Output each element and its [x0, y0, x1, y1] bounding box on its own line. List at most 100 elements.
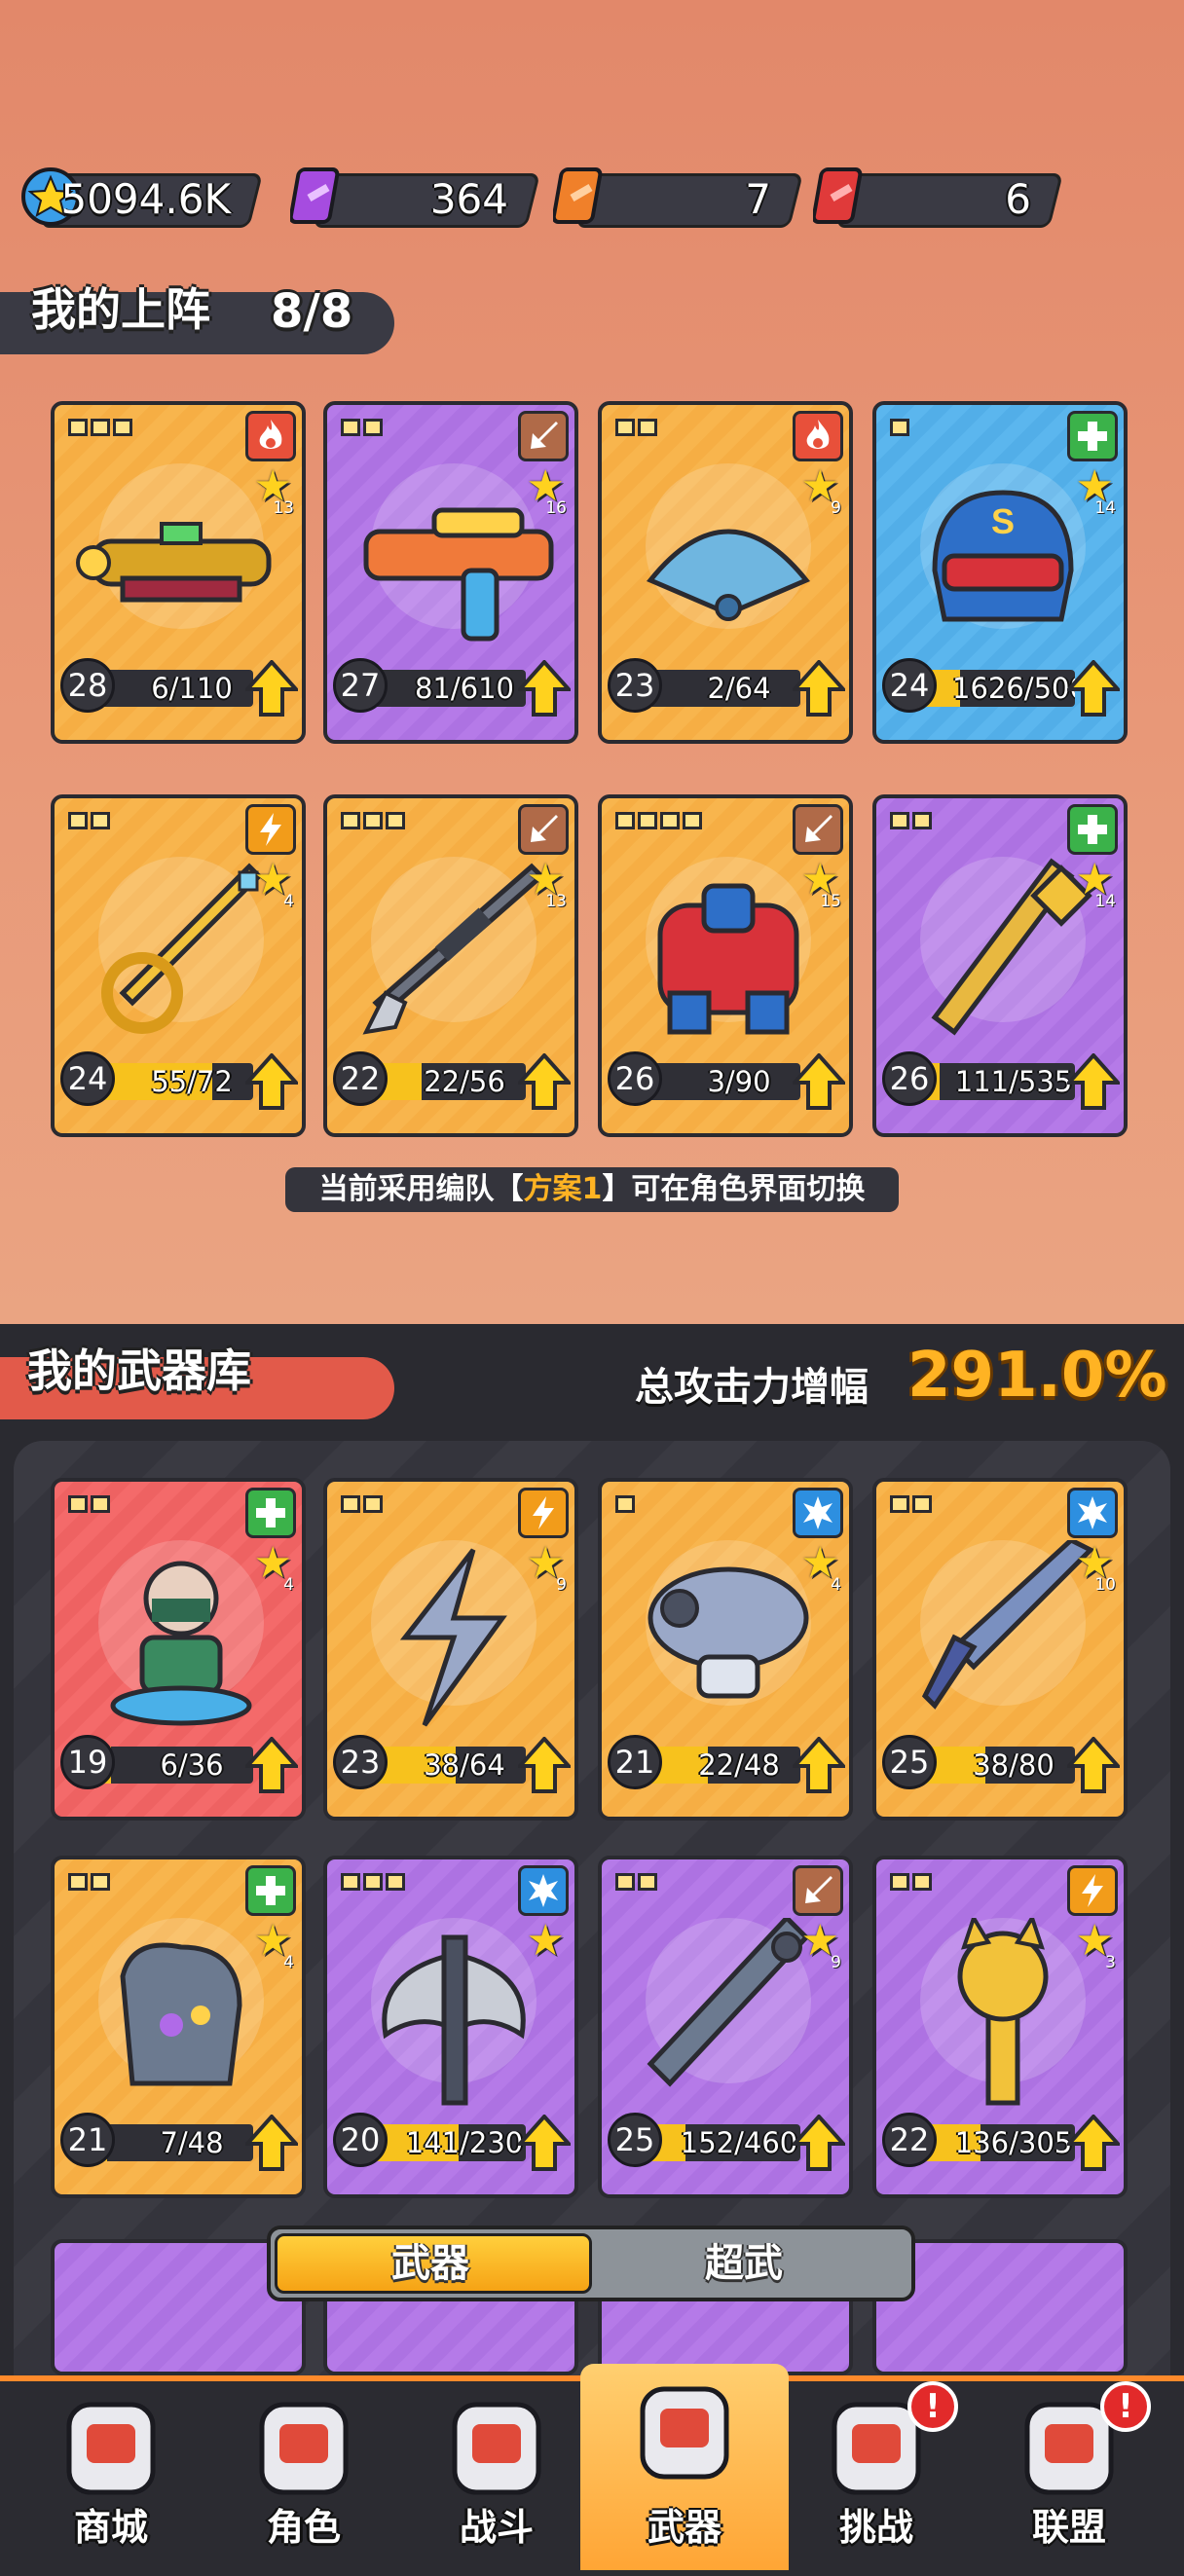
slot-pip	[363, 419, 383, 436]
upgrade-arrow-icon[interactable]	[1064, 658, 1123, 717]
nav-backpack[interactable]: 武器	[580, 2364, 789, 2570]
upgrade-arrow-icon[interactable]	[242, 1051, 301, 1110]
star-count: 9	[831, 1953, 841, 1972]
slot-pip	[638, 1873, 657, 1891]
upgrade-arrow-icon[interactable]	[790, 658, 848, 717]
slot-indicator	[68, 1495, 110, 1513]
weapon-card[interactable]: ★ 13 6/110 28	[51, 401, 306, 744]
currency-value: 7	[745, 175, 771, 223]
star-count: 4	[831, 1575, 841, 1595]
weapon-card[interactable]: ★ 4 55/72 24	[51, 794, 306, 1137]
star-icon: ★	[526, 1916, 565, 1966]
upgrade-arrow-icon[interactable]	[790, 1051, 848, 1110]
weapon-card[interactable]: ★ 14 111/535 26	[872, 794, 1128, 1137]
hint-suffix: 】可在角色界面切换	[602, 1172, 866, 1206]
weapon-card[interactable]: ★ 4 7/48 21	[51, 1856, 306, 2198]
lineup-title: 我的上阵	[31, 283, 210, 336]
upgrade-arrow-icon[interactable]	[1064, 1051, 1123, 1110]
slot-pip	[91, 1873, 110, 1891]
pierce-type-icon	[793, 804, 843, 855]
toggle-weapons-label[interactable]: 武器	[391, 2229, 469, 2298]
upgrade-arrow-icon[interactable]	[1064, 2113, 1123, 2171]
upgrade-arrow-icon[interactable]	[242, 2113, 301, 2171]
nav-character-hood[interactable]: 角色	[216, 2387, 391, 2570]
level-badge: 28	[60, 658, 115, 713]
battle-monster-icon	[443, 2395, 550, 2502]
progress-text: 6/110	[151, 672, 233, 705]
upgrade-arrow-icon[interactable]	[515, 1735, 574, 1793]
weapon-card[interactable]: ★ 16 81/610 27	[323, 401, 578, 744]
slot-pip	[91, 419, 110, 436]
star-count: 9	[556, 1575, 567, 1595]
nav-vending-machine[interactable]: 商城	[23, 2387, 199, 2570]
lineup-count: 8/8	[271, 284, 353, 339]
nav-dumbbell[interactable]: 挑战!	[789, 2381, 964, 2570]
star-count: 16	[545, 498, 567, 518]
star-count: 4	[283, 1575, 294, 1595]
weapon-card[interactable]: ★ 3 136/305 22	[872, 1856, 1128, 2198]
hint-plan: 方案1	[523, 1172, 603, 1206]
upgrade-arrow-icon[interactable]	[242, 1735, 301, 1793]
nav-label: 联盟	[1031, 2506, 1106, 2549]
attack-boost-label: 总攻击力增幅	[635, 1365, 869, 1410]
weapon-card[interactable]: ★ 9 152/460 25	[598, 1856, 853, 2198]
currency-item: 5094.6K	[18, 166, 263, 228]
pierce-type-icon	[518, 804, 569, 855]
progress-text: 3/90	[707, 1065, 771, 1098]
weapon-card[interactable]: ★ 4 6/36 19	[51, 1478, 306, 1821]
slot-indicator	[890, 812, 932, 829]
weapon-card[interactable]: ★ 4 22/48 21	[598, 1478, 853, 1821]
slot-pip	[386, 1873, 405, 1891]
slot-pip	[615, 1873, 635, 1891]
pierce-type-icon	[518, 411, 569, 461]
weapon-card[interactable]: ★ 10 38/80 25	[872, 1478, 1128, 1821]
star-count: 15	[820, 892, 841, 911]
weapon-card[interactable]: ★ 9 38/64 23	[323, 1478, 578, 1821]
nav-battle-monster[interactable]: 战斗	[409, 2387, 584, 2570]
level-badge: 22	[882, 2113, 937, 2167]
slot-pip	[341, 1873, 360, 1891]
upgrade-arrow-icon[interactable]	[515, 2113, 574, 2171]
upgrade-arrow-icon[interactable]	[515, 658, 574, 717]
upgrade-arrow-icon[interactable]	[515, 1051, 574, 1110]
upgrade-arrow-icon[interactable]	[242, 658, 301, 717]
attack-boost-value: 291.0%	[907, 1340, 1167, 1412]
star-count: 4	[283, 892, 294, 911]
level-badge: 22	[333, 1051, 388, 1106]
star-count: 10	[1094, 1575, 1116, 1595]
character-hood-icon	[250, 2395, 357, 2502]
currency-item: 6	[811, 166, 1063, 228]
slot-indicator	[341, 812, 405, 829]
lightning-type-icon	[245, 804, 296, 855]
nav-shield-emblem[interactable]: 联盟!	[981, 2381, 1157, 2570]
progress-text: 38/80	[973, 1748, 1054, 1782]
weapon-card[interactable]: ★ 9 2/64 23	[598, 401, 853, 744]
red-ticket-icon	[811, 166, 875, 226]
upgrade-arrow-icon[interactable]	[790, 1735, 848, 1793]
slot-indicator	[890, 1495, 932, 1513]
heal-type-icon	[245, 1488, 296, 1538]
weapon-card[interactable]: ★ 15 3/90 26	[598, 794, 853, 1137]
level-badge: 21	[60, 2113, 115, 2167]
upgrade-arrow-icon[interactable]	[1064, 1735, 1123, 1793]
heal-type-icon	[1067, 804, 1118, 855]
weapon-card[interactable]: S★141626/500024	[872, 401, 1128, 744]
weapon-card[interactable]: ★ 13 22/56 22	[323, 794, 578, 1137]
slot-indicator	[615, 1873, 657, 1891]
progress-text: 55/72	[151, 1065, 233, 1098]
slot-pip	[68, 812, 88, 829]
upgrade-arrow-icon[interactable]	[790, 2113, 848, 2171]
slot-pip	[68, 1873, 88, 1891]
slot-indicator	[68, 812, 110, 829]
currency-item: 364	[288, 166, 540, 228]
nav-label: 角色	[266, 2506, 341, 2549]
slot-pip	[113, 419, 132, 436]
weapon-type-toggle: 武器 超武	[267, 2226, 915, 2301]
slot-pip	[638, 812, 657, 829]
nav-label: 挑战	[838, 2506, 913, 2549]
lightning-type-icon	[518, 1488, 569, 1538]
weapon-card[interactable]: ★ 141/230 20	[323, 1856, 578, 2198]
toggle-super-label[interactable]: 超武	[705, 2229, 783, 2298]
frost-type-icon	[1067, 1488, 1118, 1538]
slot-pip	[341, 812, 360, 829]
